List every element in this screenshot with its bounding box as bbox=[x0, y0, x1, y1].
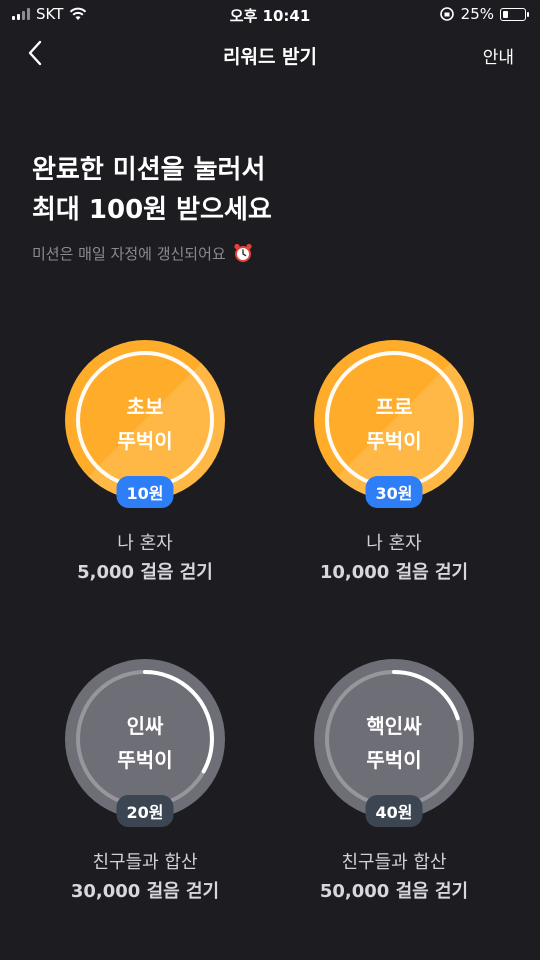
mission-name-line2: 뚜벅이 bbox=[117, 429, 173, 453]
mission-card[interactable]: 프로뚜벅이 30원나 혼자 10,000 걸음 걷기 bbox=[294, 340, 494, 588]
mission-name: 초보뚜벅이 bbox=[65, 390, 225, 458]
mission-participants: 친구들과 합산 bbox=[92, 852, 198, 873]
rotation-lock-icon bbox=[439, 7, 454, 21]
mission-goal: 10,000 걸음 걷기 bbox=[319, 562, 469, 583]
headline-line2: 최대 100원 받으세요 bbox=[32, 195, 272, 225]
headline-line1: 완료한 미션을 눌러서 bbox=[32, 155, 266, 185]
reward-badge: 20원 bbox=[116, 795, 174, 827]
mission-badge-circle: 인싸뚜벅이 20원 bbox=[65, 659, 225, 827]
mission-participants: 나 혼자 bbox=[366, 533, 422, 554]
reward-badge: 40원 bbox=[365, 795, 423, 827]
mission-name-line2: 뚜벅이 bbox=[366, 429, 422, 453]
reward-badge: 30원 bbox=[365, 476, 423, 508]
nav-bar: 리워드 받기 안내 bbox=[0, 30, 540, 80]
mission-participants: 나 혼자 bbox=[117, 533, 173, 554]
mission-name: 프로뚜벅이 bbox=[314, 390, 474, 458]
mission-participants: 친구들과 합산 bbox=[341, 852, 447, 873]
mission-name-line1: 핵인싸 bbox=[366, 714, 422, 738]
mission-goal: 5,000 걸음 걷기 bbox=[77, 562, 213, 583]
mission-goal: 50,000 걸음 걷기 bbox=[319, 881, 469, 902]
mission-badge-circle: 프로뚜벅이 30원 bbox=[314, 340, 474, 508]
mission-badge-circle: 초보뚜벅이 10원 bbox=[65, 340, 225, 508]
mission-name-line1: 프로 bbox=[375, 395, 413, 419]
mission-name: 인싸뚜벅이 bbox=[65, 709, 225, 777]
mission-card[interactable]: 핵인싸뚜벅이 40원친구들과 합산 50,000 걸음 걷기 bbox=[294, 659, 494, 907]
mission-goal: 30,000 걸음 걷기 bbox=[70, 881, 220, 902]
alarm-clock-icon bbox=[234, 243, 252, 262]
reward-badge: 10원 bbox=[116, 476, 174, 508]
mission-name: 핵인싸뚜벅이 bbox=[314, 709, 474, 777]
mission-badge-circle: 핵인싸뚜벅이 40원 bbox=[314, 659, 474, 827]
status-bar: SKT 오후 10:41 25% bbox=[0, 0, 540, 30]
battery-fill bbox=[503, 10, 508, 18]
battery-icon bbox=[500, 7, 529, 21]
guide-button[interactable]: 안내 bbox=[483, 43, 514, 68]
refresh-notice: 미션은 매일 자정에 갱신되어요 bbox=[32, 242, 254, 264]
page-title: 리워드 받기 bbox=[222, 46, 317, 68]
mission-card[interactable]: 인싸뚜벅이 20원친구들과 합산 30,000 걸음 걷기 bbox=[45, 659, 245, 907]
battery-percent: 25% bbox=[460, 5, 494, 23]
refresh-notice-text: 미션은 매일 자정에 갱신되어요 bbox=[32, 244, 226, 263]
mission-name-line2: 뚜벅이 bbox=[366, 748, 422, 772]
status-right: 25% bbox=[439, 5, 529, 23]
headline: 완료한 미션을 눌러서 최대 100원 받으세요 bbox=[32, 150, 272, 230]
mission-card[interactable]: 초보뚜벅이 10원나 혼자 5,000 걸음 걷기 bbox=[45, 340, 245, 588]
mission-name-line1: 초보 bbox=[126, 395, 164, 419]
mission-name-line2: 뚜벅이 bbox=[117, 748, 173, 772]
mission-name-line1: 인싸 bbox=[126, 714, 164, 738]
